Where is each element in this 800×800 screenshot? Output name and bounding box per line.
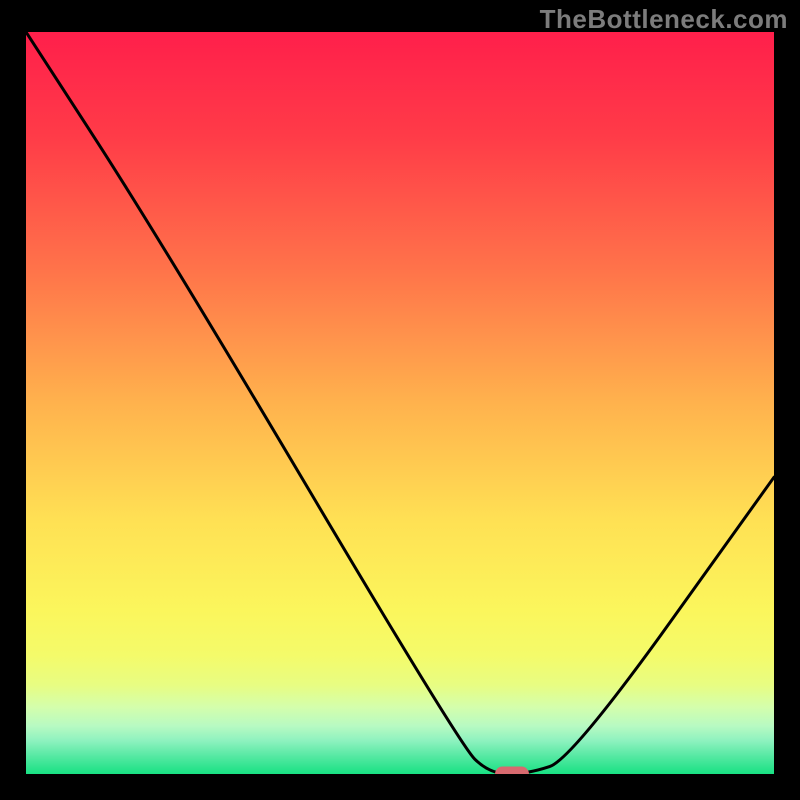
plot-area: [26, 32, 774, 774]
bottleneck-curve: [26, 32, 774, 774]
watermark-text: TheBottleneck.com: [540, 4, 788, 35]
optimal-marker: [495, 767, 529, 775]
chart-frame: TheBottleneck.com: [0, 0, 800, 800]
